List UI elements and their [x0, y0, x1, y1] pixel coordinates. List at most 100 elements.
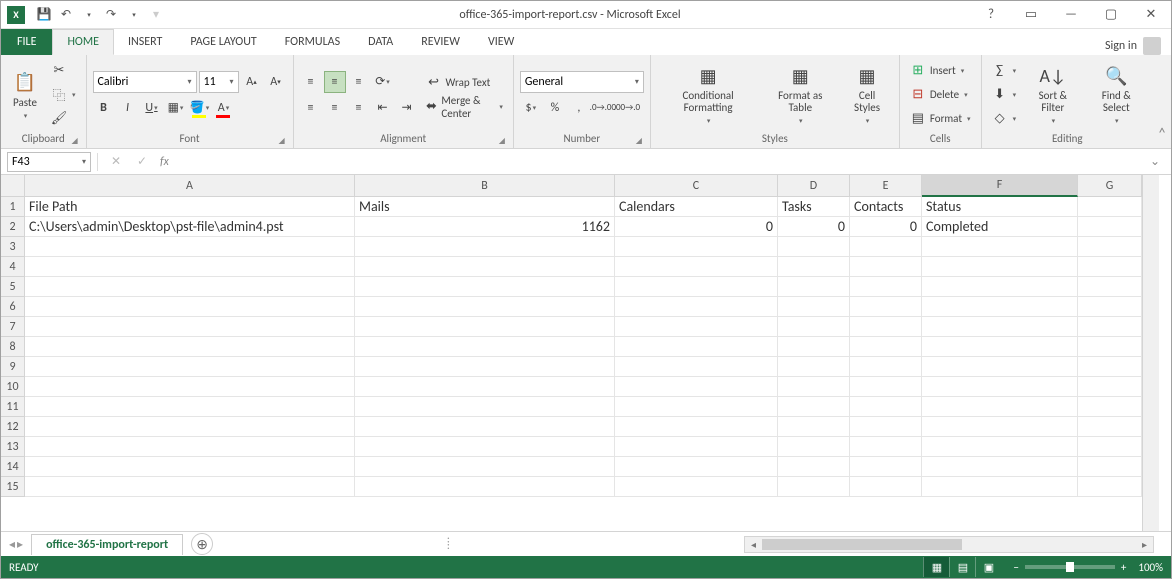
- qat-save-icon[interactable]: 💾: [35, 6, 53, 24]
- select-all-corner[interactable]: [1, 175, 25, 197]
- col-header-E[interactable]: E: [850, 175, 922, 197]
- cell-C15[interactable]: [615, 477, 778, 497]
- percent-button[interactable]: %: [544, 97, 566, 119]
- cell-D6[interactable]: [778, 297, 850, 317]
- col-header-G[interactable]: G: [1078, 175, 1142, 197]
- cell-D4[interactable]: [778, 257, 850, 277]
- cell-G15[interactable]: [1078, 477, 1142, 497]
- cell-D9[interactable]: [778, 357, 850, 377]
- cell-G11[interactable]: [1078, 397, 1142, 417]
- tab-page-layout[interactable]: PAGE LAYOUT: [176, 29, 270, 55]
- sign-in-link[interactable]: Sign in: [1095, 37, 1171, 55]
- cell-A4[interactable]: [25, 257, 355, 277]
- clipboard-launcher[interactable]: ◢: [70, 136, 80, 146]
- align-middle-button[interactable]: ≡: [324, 71, 346, 93]
- cancel-formula-button[interactable]: ✕: [104, 152, 128, 172]
- cell-D10[interactable]: [778, 377, 850, 397]
- col-header-F[interactable]: F: [922, 175, 1078, 197]
- cell-C4[interactable]: [615, 257, 778, 277]
- cell-E12[interactable]: [850, 417, 922, 437]
- cell-G13[interactable]: [1078, 437, 1142, 457]
- new-sheet-button[interactable]: ⊕: [191, 533, 213, 555]
- insert-cells-button[interactable]: ⊞Insert▾: [906, 60, 975, 82]
- cell-D14[interactable]: [778, 457, 850, 477]
- tab-view[interactable]: VIEW: [474, 29, 528, 55]
- row-header-15[interactable]: 15: [1, 477, 25, 497]
- cell-G7[interactable]: [1078, 317, 1142, 337]
- qat-customize[interactable]: ▾: [147, 6, 165, 24]
- cut-button[interactable]: ✂: [47, 60, 80, 82]
- cell-D1[interactable]: Tasks: [778, 197, 850, 217]
- col-header-C[interactable]: C: [615, 175, 778, 197]
- paste-button[interactable]: 📋Paste▾: [7, 66, 43, 124]
- cell-A8[interactable]: [25, 337, 355, 357]
- qat-redo-dropdown[interactable]: ▾: [125, 6, 143, 24]
- merge-center-button[interactable]: ⬌Merge & Center▾: [422, 96, 507, 118]
- align-top-button[interactable]: ≡: [300, 71, 322, 93]
- cell-G1[interactable]: [1078, 197, 1142, 217]
- increase-indent-button[interactable]: ⇥: [396, 97, 418, 119]
- cell-B1[interactable]: Mails: [355, 197, 615, 217]
- expand-formula-bar[interactable]: ⌄: [1145, 154, 1165, 169]
- decrease-decimal-button[interactable]: .00→.0: [616, 97, 638, 119]
- font-size-combo[interactable]: 11▾: [199, 71, 239, 93]
- cell-A13[interactable]: [25, 437, 355, 457]
- find-select-button[interactable]: 🔍Find & Select▾: [1086, 60, 1147, 129]
- cell-E10[interactable]: [850, 377, 922, 397]
- cell-G9[interactable]: [1078, 357, 1142, 377]
- cell-D3[interactable]: [778, 237, 850, 257]
- conditional-formatting-button[interactable]: ▦Conditional Formatting▾: [657, 60, 759, 129]
- row-header-6[interactable]: 6: [1, 297, 25, 317]
- cell-styles-button[interactable]: ▦Cell Styles▾: [841, 60, 893, 129]
- cell-A2[interactable]: C:\Users\admin\Desktop\pst-file\admin4.p…: [25, 217, 355, 237]
- wrap-text-button[interactable]: ↩Wrap Text: [422, 72, 507, 94]
- cell-E13[interactable]: [850, 437, 922, 457]
- number-format-combo[interactable]: General▾: [520, 71, 644, 93]
- maximize-button[interactable]: ▢: [1091, 1, 1131, 29]
- col-header-A[interactable]: A: [25, 175, 355, 197]
- comma-button[interactable]: ,: [568, 97, 590, 119]
- qat-redo-icon[interactable]: ↷: [102, 6, 120, 24]
- cell-A11[interactable]: [25, 397, 355, 417]
- zoom-level[interactable]: 100%: [1138, 561, 1163, 574]
- row-header-14[interactable]: 14: [1, 457, 25, 477]
- row-header-9[interactable]: 9: [1, 357, 25, 377]
- ribbon-display-options[interactable]: ▭: [1011, 1, 1051, 29]
- tab-formulas[interactable]: FORMULAS: [271, 29, 354, 55]
- cell-F15[interactable]: [922, 477, 1078, 497]
- cell-F8[interactable]: [922, 337, 1078, 357]
- cell-B4[interactable]: [355, 257, 615, 277]
- font-name-combo[interactable]: Calibri▾: [93, 71, 197, 93]
- formula-input[interactable]: [171, 152, 1143, 172]
- align-left-button[interactable]: ≡: [300, 97, 322, 119]
- cell-C2[interactable]: 0: [615, 217, 778, 237]
- cell-A12[interactable]: [25, 417, 355, 437]
- cell-E5[interactable]: [850, 277, 922, 297]
- increase-decimal-button[interactable]: .0→.00: [592, 97, 614, 119]
- col-header-D[interactable]: D: [778, 175, 850, 197]
- clear-button[interactable]: ◇▾: [988, 108, 1021, 130]
- cell-G14[interactable]: [1078, 457, 1142, 477]
- minimize-button[interactable]: —: [1051, 1, 1091, 29]
- cell-B11[interactable]: [355, 397, 615, 417]
- worksheet-grid[interactable]: ABCDEFG1File PathMailsCalendarsTasksCont…: [1, 175, 1142, 531]
- view-normal-button[interactable]: ▦: [923, 557, 949, 577]
- row-header-1[interactable]: 1: [1, 197, 25, 217]
- cell-F3[interactable]: [922, 237, 1078, 257]
- cell-F2[interactable]: Completed: [922, 217, 1078, 237]
- sort-filter-button[interactable]: A↓Sort & Filter▾: [1024, 60, 1081, 129]
- format-painter-button[interactable]: 🖌: [47, 108, 80, 130]
- cell-E14[interactable]: [850, 457, 922, 477]
- row-header-10[interactable]: 10: [1, 377, 25, 397]
- cell-D12[interactable]: [778, 417, 850, 437]
- cell-C14[interactable]: [615, 457, 778, 477]
- zoom-in-button[interactable]: +: [1121, 561, 1126, 574]
- accounting-button[interactable]: $▾: [520, 97, 542, 119]
- cell-D15[interactable]: [778, 477, 850, 497]
- tab-review[interactable]: REVIEW: [407, 29, 474, 55]
- cell-G6[interactable]: [1078, 297, 1142, 317]
- fill-color-button[interactable]: 🪣▾: [189, 97, 211, 119]
- cell-C8[interactable]: [615, 337, 778, 357]
- cell-B13[interactable]: [355, 437, 615, 457]
- cell-G10[interactable]: [1078, 377, 1142, 397]
